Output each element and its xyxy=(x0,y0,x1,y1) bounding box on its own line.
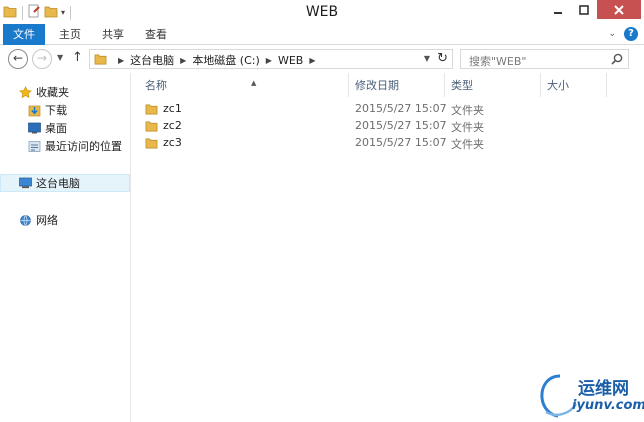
file-date: 2015/5/27 15:07 xyxy=(355,136,447,149)
column-header-label: 大小 xyxy=(547,79,569,92)
up-button[interactable]: ↑ xyxy=(72,50,83,65)
sidebar-item-label: 下载 xyxy=(45,104,67,117)
forward-button[interactable]: → xyxy=(32,49,52,69)
breadcrumb-separator-icon[interactable]: ▶ xyxy=(266,56,272,65)
star-icon xyxy=(18,85,32,99)
folder-icon xyxy=(145,120,158,131)
column-header-type[interactable]: 类型 xyxy=(445,73,541,97)
ribbon-help-area: ⌄ ? xyxy=(608,27,638,41)
sidebar-item-label: 网络 xyxy=(36,214,58,227)
file-name: zc1 xyxy=(163,102,182,115)
refresh-button[interactable]: ↻ xyxy=(437,51,448,66)
ribbon-tabs: 文件 主页 共享 查看 ⌄ ? xyxy=(0,24,644,45)
sidebar-item-label: 桌面 xyxy=(45,122,67,135)
breadcrumb-separator-icon[interactable]: ▶ xyxy=(309,56,315,65)
navigation-bar: ← → ▼ ↑ ▶ 这台电脑 ▶ 本地磁盘 (C:) ▶ WEB ▶ ▼ ↻ 搜… xyxy=(0,45,644,73)
minimize-button[interactable] xyxy=(545,0,571,19)
file-name: zc3 xyxy=(163,136,182,149)
sidebar-item-network[interactable]: 网络 xyxy=(18,211,58,229)
breadcrumb-separator-icon[interactable]: ▶ xyxy=(118,56,124,65)
table-row[interactable]: zc1 2015/5/27 15:07 文件夹 xyxy=(145,101,625,118)
watermark-logo: 运维网 iyunv.com xyxy=(538,372,644,420)
tab-share[interactable]: 共享 xyxy=(102,24,124,45)
sidebar-item-label: 最近访问的位置 xyxy=(45,140,122,153)
file-date: 2015/5/27 15:07 xyxy=(355,119,447,132)
sidebar-item-downloads[interactable]: 下载 xyxy=(27,101,67,119)
column-header-label: 类型 xyxy=(451,79,473,92)
address-bar[interactable]: ▶ 这台电脑 ▶ 本地磁盘 (C:) ▶ WEB ▶ ▼ ↻ xyxy=(89,49,453,69)
close-button[interactable] xyxy=(597,0,641,19)
navigation-pane: 收藏夹 下载 桌面 最近访问的位置 这台电脑 网络 xyxy=(0,73,131,422)
file-name-cell: zc2 xyxy=(145,119,182,132)
search-placeholder: 搜索"WEB" xyxy=(469,55,527,68)
recent-locations-chevron-icon[interactable]: ▼ xyxy=(57,53,63,62)
breadcrumb-web[interactable]: WEB xyxy=(278,54,303,67)
column-header-label: 名称 xyxy=(145,79,167,92)
watermark-url: iyunv.com xyxy=(572,398,644,413)
watermark-title: 运维网 xyxy=(578,379,629,399)
sidebar-item-label: 收藏夹 xyxy=(36,86,69,99)
search-input[interactable]: 搜索"WEB" xyxy=(460,49,629,69)
file-date: 2015/5/27 15:07 xyxy=(355,102,447,115)
file-type: 文件夹 xyxy=(451,104,484,117)
window-controls xyxy=(545,0,641,19)
recent-places-icon xyxy=(27,139,41,153)
desktop-icon xyxy=(27,121,41,135)
sidebar-item-favorites[interactable]: 收藏夹 xyxy=(18,83,69,101)
sidebar-item-label: 这台电脑 xyxy=(36,177,80,190)
file-type: 文件夹 xyxy=(451,138,484,151)
tab-home[interactable]: 主页 xyxy=(59,24,81,45)
downloads-icon xyxy=(27,103,41,117)
help-icon[interactable]: ? xyxy=(624,27,638,41)
sort-ascending-icon: ▲ xyxy=(251,79,257,87)
file-list: ▲ 名称 修改日期 类型 大小 zc1 2015/5/27 15:07 文件夹 … xyxy=(131,73,644,422)
folder-icon xyxy=(94,53,107,68)
breadcrumb-this-pc[interactable]: 这台电脑 xyxy=(130,52,174,68)
sidebar-item-desktop[interactable]: 桌面 xyxy=(27,119,67,137)
title-bar: ▾ WEB xyxy=(0,0,644,24)
maximize-button[interactable] xyxy=(571,0,597,19)
column-header-label: 修改日期 xyxy=(355,79,399,92)
tab-view[interactable]: 查看 xyxy=(145,24,167,45)
search-icon[interactable] xyxy=(611,53,623,68)
table-row[interactable]: zc2 2015/5/27 15:07 文件夹 xyxy=(145,118,625,135)
back-button[interactable]: ← xyxy=(8,49,28,69)
folder-icon xyxy=(145,137,158,148)
file-name: zc2 xyxy=(163,119,182,132)
expand-ribbon-icon[interactable]: ⌄ xyxy=(608,29,616,39)
folder-icon xyxy=(145,103,158,114)
breadcrumb-separator-icon[interactable]: ▶ xyxy=(180,56,186,65)
column-header-date[interactable]: 修改日期 xyxy=(349,73,445,97)
table-row[interactable]: zc3 2015/5/27 15:07 文件夹 xyxy=(145,135,625,152)
column-header-size[interactable]: 大小 xyxy=(541,73,607,97)
file-name-cell: zc3 xyxy=(145,136,182,149)
tab-file[interactable]: 文件 xyxy=(3,24,45,45)
file-name-cell: zc1 xyxy=(145,102,182,115)
sidebar-item-recent-places[interactable]: 最近访问的位置 xyxy=(27,137,122,155)
column-header-name[interactable]: ▲ 名称 xyxy=(139,73,349,97)
address-history-chevron-icon[interactable]: ▼ xyxy=(424,54,430,63)
breadcrumb-local-disk[interactable]: 本地磁盘 (C:) xyxy=(192,52,259,68)
computer-icon xyxy=(18,176,32,190)
sidebar-item-this-pc[interactable]: 这台电脑 xyxy=(0,174,130,192)
breadcrumb: ▶ 这台电脑 ▶ 本地磁盘 (C:) ▶ WEB ▶ xyxy=(112,52,321,68)
file-type: 文件夹 xyxy=(451,121,484,134)
network-icon xyxy=(18,213,32,227)
